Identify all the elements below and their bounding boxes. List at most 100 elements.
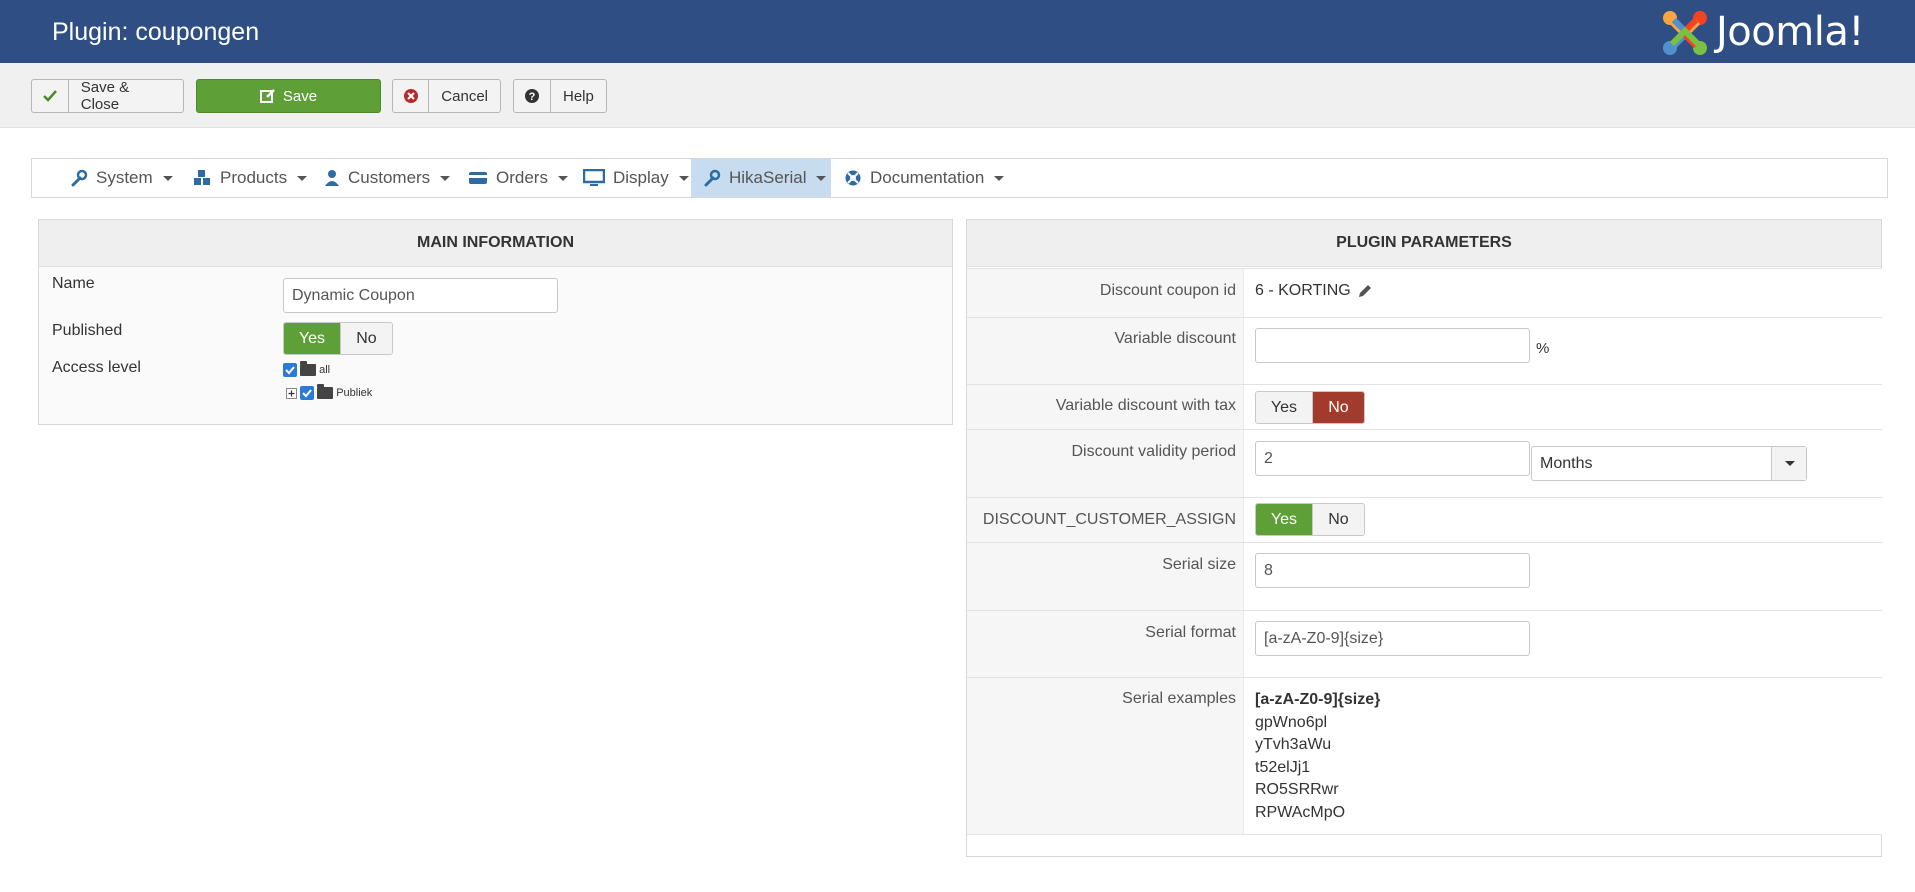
coupon-id-value-wrap: 6 - KORTING: [1255, 282, 1373, 300]
row-variable-tax: Variable discount with tax Yes No: [967, 384, 1882, 429]
serial-size-label: Serial size: [1162, 556, 1236, 573]
menu-products[interactable]: Products: [192, 159, 308, 197]
menu-customers[interactable]: Customers: [324, 159, 451, 197]
validity-period-input[interactable]: 2: [1255, 441, 1530, 476]
help-button[interactable]: ? Help: [513, 79, 607, 113]
menu-display-label: Display: [613, 168, 669, 187]
serial-examples-list: [a-zA-Z0-9]{size} gpWno6pl yTvh3aWu t52e…: [1255, 689, 1380, 824]
serial-example: gpWno6pl: [1255, 713, 1328, 731]
expand-icon[interactable]: [286, 387, 297, 399]
select-arrow-button[interactable]: [1771, 447, 1806, 480]
joomla-logo[interactable]: Joomla!: [1660, 8, 1890, 56]
user-icon: [325, 170, 339, 186]
customer-assign-no[interactable]: No: [1311, 504, 1364, 535]
caret-down-icon: [162, 175, 173, 181]
row-validity-period: Discount validity period 2 Months: [967, 429, 1882, 497]
access-level-label: Access level: [52, 359, 141, 376]
validity-unit-select[interactable]: Months: [1531, 446, 1807, 481]
validity-unit-value: Months: [1540, 454, 1593, 472]
customer-assign-toggle[interactable]: Yes No: [1255, 503, 1365, 536]
menu-hikaserial-label: HikaSerial: [729, 168, 807, 187]
question-icon: ?: [514, 80, 551, 112]
save-close-label: Save & Close: [80, 79, 130, 113]
cancel-icon: [393, 80, 430, 112]
name-label: Name: [52, 275, 95, 292]
component-menu: System Products Customers Orders Display…: [31, 158, 1888, 198]
serial-size-input[interactable]: 8: [1255, 553, 1530, 588]
serial-format-label: Serial format: [1145, 624, 1236, 641]
edit-icon: [259, 89, 275, 103]
header-bar: Plugin: coupongen Joomla!: [0, 0, 1915, 63]
pencil-icon[interactable]: [1357, 283, 1373, 299]
lifebuoy-icon: [845, 170, 861, 186]
serial-examples-pattern: [a-zA-Z0-9]{size}: [1255, 691, 1381, 708]
plugin-parameters-panel: PLUGIN PARAMETERS Discount coupon id 6 -…: [966, 219, 1882, 857]
serial-example: RPWAcMpO: [1255, 803, 1346, 821]
customer-assign-label: DISCOUNT_CUSTOMER_ASSIGN: [982, 511, 1236, 528]
menu-orders-label: Orders: [496, 168, 548, 187]
menu-documentation[interactable]: Documentation: [844, 159, 1005, 197]
percent-sign: %: [1536, 340, 1550, 357]
access-tree-publiek-label: Publiek: [336, 386, 373, 399]
save-label: Save: [282, 87, 318, 105]
published-label: Published: [52, 322, 123, 339]
caret-down-icon: [440, 175, 451, 181]
cancel-button[interactable]: Cancel: [392, 79, 501, 113]
help-label: Help: [563, 87, 594, 105]
variable-tax-no[interactable]: No: [1311, 392, 1364, 423]
menu-orders[interactable]: Orders: [468, 159, 568, 197]
customer-assign-yes[interactable]: Yes: [1256, 504, 1312, 535]
serial-example: yTvh3aWu: [1255, 736, 1332, 753]
plugin-parameters-heading: PLUGIN PARAMETERS: [967, 220, 1881, 267]
validity-period-label: Discount validity period: [1071, 443, 1236, 460]
variable-tax-label: Variable discount with tax: [1055, 397, 1236, 414]
caret-down-icon: [816, 175, 827, 181]
variable-discount-input[interactable]: [1255, 328, 1530, 363]
joomla-logo-text: Joomla!: [1716, 9, 1864, 55]
credit-card-icon: [469, 172, 487, 184]
serial-examples-label: Serial examples: [1122, 690, 1236, 707]
name-input[interactable]: Dynamic Coupon: [283, 278, 558, 313]
monitor-icon: [583, 169, 605, 186]
published-no[interactable]: No: [339, 323, 392, 354]
variable-tax-yes[interactable]: Yes: [1256, 392, 1312, 423]
folder-icon: [317, 384, 334, 399]
row-customer-assign: DISCOUNT_CUSTOMER_ASSIGN Yes No: [967, 497, 1882, 542]
checkbox-publiek[interactable]: [300, 386, 315, 400]
menu-products-label: Products: [220, 168, 288, 187]
published-yes[interactable]: Yes: [284, 323, 340, 354]
caret-down-icon: [557, 175, 568, 181]
joomla-logo-icon: [1663, 11, 1707, 55]
access-tree-all-label: all: [319, 363, 331, 376]
caret-down-icon: [678, 175, 689, 181]
row-serial-examples: Serial examples [a-zA-Z0-9]{size} gpWno6…: [967, 677, 1882, 835]
cubes-icon: [194, 170, 210, 185]
serial-format-input[interactable]: [a-zA-Z0-9]{size}: [1255, 621, 1530, 656]
menu-system-label: System: [96, 168, 153, 187]
caret-down-icon: [994, 175, 1005, 181]
access-tree-root: all: [283, 361, 331, 377]
row-coupon-id: Discount coupon id 6 - KORTING: [967, 268, 1882, 317]
variable-tax-toggle[interactable]: Yes No: [1255, 391, 1365, 424]
check-icon: [32, 80, 69, 112]
menu-system[interactable]: System: [70, 159, 173, 197]
coupon-id-value: 6 - KORTING: [1255, 282, 1351, 299]
coupon-id-label: Discount coupon id: [1099, 282, 1236, 299]
checkbox-all[interactable]: [283, 363, 297, 377]
menu-display[interactable]: Display: [583, 159, 689, 197]
menu-documentation-label: Documentation: [870, 168, 985, 187]
menu-hikaserial[interactable]: HikaSerial: [691, 159, 831, 197]
main-information-panel: MAIN INFORMATION Name Dynamic Coupon Pub…: [38, 219, 953, 425]
row-serial-format: Serial format [a-zA-Z0-9]{size}: [967, 610, 1882, 677]
wrench-icon: [71, 169, 88, 187]
toolbar: Save & Close Save Cancel ? Help: [0, 63, 1915, 128]
caret-down-icon: [1785, 461, 1795, 466]
save-button[interactable]: Save: [196, 79, 381, 113]
row-serial-size: Serial size 8: [967, 542, 1882, 610]
page-title: Plugin: coupongen: [52, 18, 260, 46]
published-toggle[interactable]: Yes No: [283, 322, 393, 355]
wrench-icon: [704, 169, 721, 187]
save-close-button[interactable]: Save & Close: [31, 79, 184, 113]
serial-example: t52elJj1: [1255, 758, 1311, 776]
cancel-label: Cancel: [441, 87, 488, 105]
